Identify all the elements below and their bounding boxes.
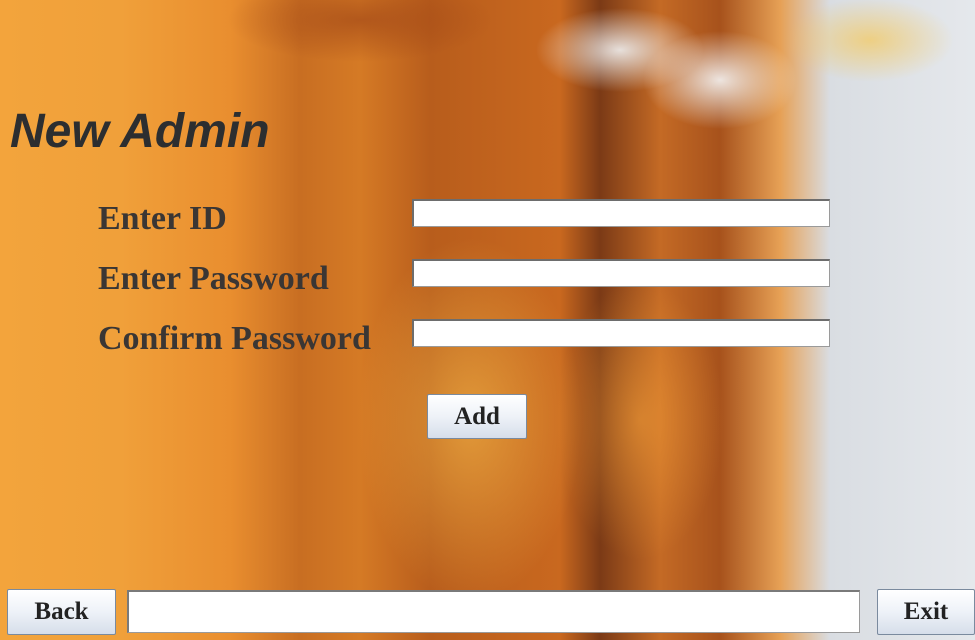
add-button[interactable]: Add: [427, 394, 527, 439]
password-field[interactable]: [412, 259, 830, 287]
back-button[interactable]: Back: [7, 589, 116, 635]
exit-button[interactable]: Exit: [877, 589, 975, 635]
status-field[interactable]: [127, 590, 860, 633]
confirm-password-label: Confirm Password: [98, 320, 371, 357]
page-title: New Admin: [10, 105, 270, 158]
confirm-password-field[interactable]: [412, 319, 830, 347]
id-label: Enter ID: [98, 200, 227, 237]
password-label: Enter Password: [98, 260, 329, 297]
id-field[interactable]: [412, 199, 830, 227]
